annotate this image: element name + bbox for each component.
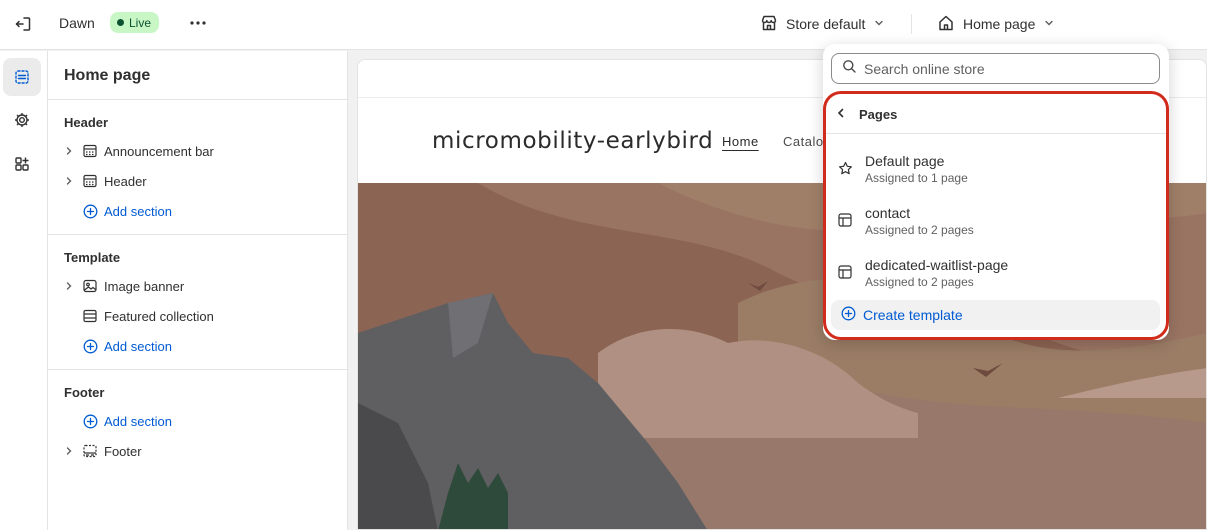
divider: [48, 369, 348, 370]
chevron-right-icon[interactable]: [62, 279, 76, 293]
topbar-divider: [911, 14, 912, 34]
template-item-dedicated-waitlist-page[interactable]: dedicated-waitlist-page Assigned to 2 pa…: [837, 256, 1155, 296]
add-section-button[interactable]: Add section: [62, 332, 342, 360]
section-item-label: Featured collection: [104, 308, 214, 324]
group-title-footer: Footer: [64, 385, 105, 400]
chevron-right-icon[interactable]: [62, 444, 76, 458]
template-item-contact[interactable]: contact Assigned to 2 pages: [837, 204, 1155, 244]
plus-circle-icon: [82, 413, 98, 429]
sections-icon[interactable]: [3, 58, 41, 96]
create-template-button[interactable]: Create template: [831, 300, 1160, 330]
live-dot-icon: [117, 19, 124, 26]
section-item-label: Footer: [104, 443, 142, 459]
section-layout-icon: [82, 143, 98, 159]
plus-circle-icon: [841, 306, 856, 324]
star-icon: [837, 160, 853, 176]
add-section-label: Add section: [104, 413, 172, 429]
image-icon: [82, 278, 98, 294]
home-icon: [937, 14, 955, 35]
chevron-right-icon[interactable]: [62, 144, 76, 158]
section-item-featured-collection[interactable]: Featured collection: [62, 302, 342, 330]
page-selector-label: Home page: [963, 16, 1036, 32]
group-title-template: Template: [64, 250, 121, 265]
exit-icon[interactable]: [12, 13, 34, 35]
chevron-down-icon: [873, 16, 885, 32]
section-item-header[interactable]: Header: [62, 167, 342, 195]
template-assignment: Assigned to 2 pages: [865, 223, 974, 237]
apps-icon[interactable]: [3, 145, 41, 183]
template-item-default-page[interactable]: Default page Assigned to 1 page: [837, 152, 1155, 192]
search-input[interactable]: [864, 60, 1144, 77]
pages-back-header[interactable]: Pages: [835, 102, 1155, 126]
store-selector-label: Store default: [786, 16, 866, 32]
create-template-label: Create template: [863, 307, 963, 323]
sidebar-title: Home page: [64, 67, 151, 84]
page-selector[interactable]: Home page: [937, 12, 1055, 36]
search-field[interactable]: [831, 53, 1160, 84]
status-badge-label: Live: [129, 15, 152, 30]
search-icon: [842, 59, 857, 79]
store-nav-catalog[interactable]: Catalo: [783, 134, 824, 149]
plus-circle-icon: [82, 338, 98, 354]
store-logo-text[interactable]: micromobility-earlybird: [432, 128, 713, 154]
chevron-left-icon[interactable]: [835, 107, 847, 122]
chevron-down-icon: [1043, 16, 1055, 32]
add-section-label: Add section: [104, 203, 172, 219]
store-nav-home[interactable]: Home: [722, 134, 759, 149]
template-assignment: Assigned to 2 pages: [865, 275, 974, 289]
theme-name: Dawn: [59, 15, 95, 31]
pages-title: Pages: [859, 106, 898, 122]
section-item-label: Image banner: [104, 278, 185, 294]
template-icon: [837, 212, 853, 228]
divider: [826, 133, 1166, 134]
template-name: dedicated-waitlist-page: [865, 257, 1009, 273]
more-actions-icon[interactable]: [187, 12, 209, 34]
store-selector[interactable]: Store default: [760, 12, 885, 36]
template-icon: [837, 264, 853, 280]
status-badge: Live: [110, 12, 160, 33]
section-item-label: Announcement bar: [104, 143, 214, 159]
divider: [48, 234, 348, 235]
collection-icon: [82, 308, 98, 324]
add-section-button[interactable]: Add section: [62, 197, 342, 225]
section-item-image-banner[interactable]: Image banner: [62, 272, 342, 300]
section-item-footer[interactable]: Footer: [62, 437, 342, 465]
template-name: contact: [865, 205, 911, 221]
icon-rail: [0, 51, 48, 530]
section-item-announcement-bar[interactable]: Announcement bar: [62, 137, 342, 165]
settings-gear-icon[interactable]: [3, 101, 41, 139]
template-picker-popover: Pages Default page Assigned to 1 page co…: [823, 44, 1169, 340]
footer-layout-icon: [82, 443, 98, 459]
template-assignment: Assigned to 1 page: [865, 171, 968, 185]
add-section-label: Add section: [104, 338, 172, 354]
section-item-label: Header: [104, 173, 147, 189]
section-layout-icon: [82, 173, 98, 189]
sections-sidebar: Home page Header Announcement bar Header…: [48, 51, 348, 530]
chevron-right-icon[interactable]: [62, 174, 76, 188]
store-icon: [760, 14, 778, 35]
top-bar: Dawn Live Store default Home page: [0, 0, 1207, 50]
add-section-button[interactable]: Add section: [62, 407, 342, 435]
plus-circle-icon: [82, 203, 98, 219]
template-name: Default page: [865, 153, 945, 169]
divider: [48, 99, 348, 100]
group-title-header: Header: [64, 115, 109, 130]
